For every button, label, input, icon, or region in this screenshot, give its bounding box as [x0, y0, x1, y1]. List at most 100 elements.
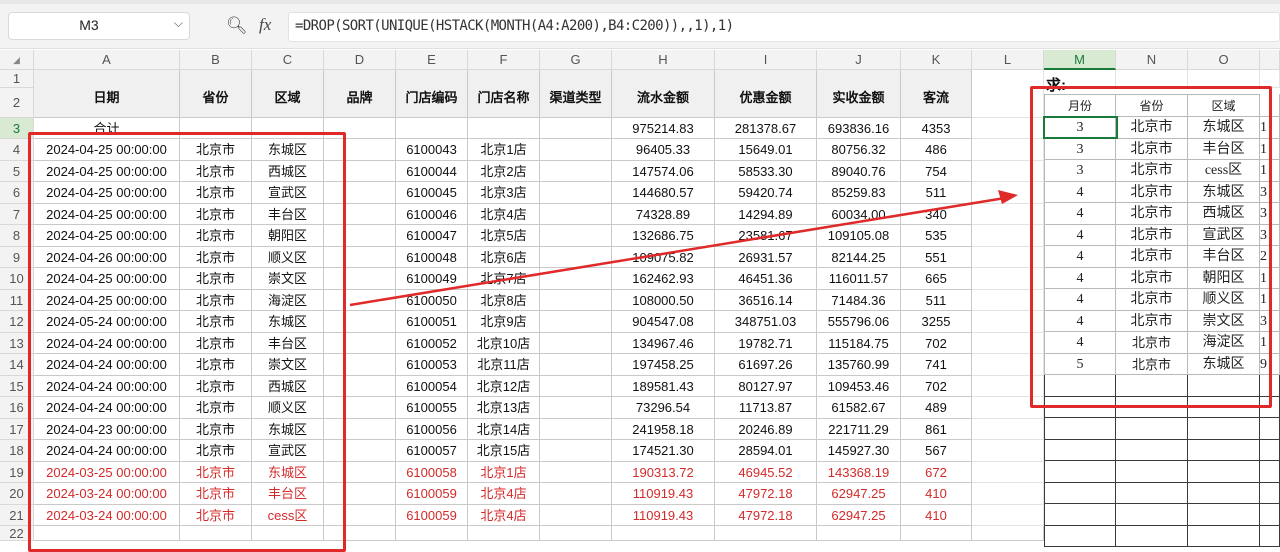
data-cell-K10[interactable]: 665	[901, 268, 972, 290]
data-cell-J9[interactable]: 82144.25	[817, 247, 901, 268]
data-cell-E21[interactable]: 6100059	[396, 505, 468, 526]
data-cell-F21[interactable]: 北京4店	[468, 505, 540, 526]
data-cell-H20[interactable]: 110919.43	[612, 483, 715, 505]
data-cell-I5[interactable]: 58533.30	[715, 161, 817, 182]
data-cell-F9[interactable]: 北京6店	[468, 247, 540, 268]
data-cell-H19[interactable]: 190313.72	[612, 462, 715, 483]
data-cell-J5[interactable]: 89040.76	[817, 161, 901, 182]
result-blank-1-7[interactable]	[1116, 525, 1188, 547]
total-cell-H[interactable]: 975214.83	[612, 118, 715, 139]
data-cell-G6[interactable]	[540, 182, 612, 204]
column-header-M[interactable]: M	[1044, 50, 1116, 70]
column-header-G[interactable]: G	[540, 50, 612, 70]
result-blank-3-2[interactable]	[1260, 418, 1280, 440]
data-cell-F18[interactable]: 北京15店	[468, 440, 540, 462]
result-blank-1-6[interactable]	[1116, 504, 1188, 526]
data-cell-K5[interactable]: 754	[901, 161, 972, 182]
data-cell-E15[interactable]: 6100054	[396, 376, 468, 397]
data-cell-H17[interactable]: 241958.18	[612, 419, 715, 440]
data-cell-G18[interactable]	[540, 440, 612, 462]
data-cell-K20[interactable]: 410	[901, 483, 972, 505]
data-cell-F17[interactable]: 北京14店	[468, 419, 540, 440]
zoom-icon[interactable]: 🔍︎	[226, 16, 248, 36]
column-header-D[interactable]: D	[324, 50, 396, 70]
data-cell-I16[interactable]: 11713.87	[715, 397, 817, 419]
cell-I22[interactable]	[715, 526, 817, 541]
data-cell-F11[interactable]: 北京8店	[468, 290, 540, 311]
data-cell-K9[interactable]: 551	[901, 247, 972, 268]
result-blank-3-4[interactable]	[1260, 461, 1280, 483]
result-blank-3-6[interactable]	[1260, 504, 1280, 526]
data-cell-K8[interactable]: 535	[901, 225, 972, 247]
data-cell-E8[interactable]: 6100047	[396, 225, 468, 247]
data-cell-F15[interactable]: 北京12店	[468, 376, 540, 397]
data-cell-I8[interactable]: 23581.67	[715, 225, 817, 247]
data-cell-I21[interactable]: 47972.18	[715, 505, 817, 526]
data-cell-K4[interactable]: 486	[901, 139, 972, 161]
data-cell-K17[interactable]: 861	[901, 419, 972, 440]
data-cell-I10[interactable]: 46451.36	[715, 268, 817, 290]
data-cell-E17[interactable]: 6100056	[396, 419, 468, 440]
column-header-K[interactable]: K	[901, 50, 972, 70]
column-header-J[interactable]: J	[817, 50, 901, 70]
cell-L22[interactable]	[972, 526, 1044, 541]
data-cell-K6[interactable]: 511	[901, 182, 972, 204]
result-blank-2-3[interactable]	[1188, 439, 1260, 461]
result-blank-2-7[interactable]	[1188, 525, 1260, 547]
data-cell-I14[interactable]: 61697.26	[715, 354, 817, 376]
result-blank-0-6[interactable]	[1044, 504, 1116, 526]
data-cell-G12[interactable]	[540, 311, 612, 333]
data-cell-F13[interactable]: 北京10店	[468, 333, 540, 354]
data-cell-J18[interactable]: 145927.30	[817, 440, 901, 462]
total-cell-J[interactable]: 693836.16	[817, 118, 901, 139]
data-cell-K7[interactable]: 340	[901, 204, 972, 225]
data-cell-H12[interactable]: 904547.08	[612, 311, 715, 333]
cell-L18[interactable]	[972, 440, 1044, 462]
data-cell-G11[interactable]	[540, 290, 612, 311]
data-cell-G16[interactable]	[540, 397, 612, 419]
result-blank-3-3[interactable]	[1260, 439, 1280, 461]
data-cell-I6[interactable]: 59420.74	[715, 182, 817, 204]
column-header-extra[interactable]	[1260, 50, 1280, 70]
data-cell-G5[interactable]	[540, 161, 612, 182]
data-cell-K13[interactable]: 702	[901, 333, 972, 354]
result-blank-0-5[interactable]	[1044, 482, 1116, 504]
data-cell-E12[interactable]: 6100051	[396, 311, 468, 333]
result-blank-3-5[interactable]	[1260, 482, 1280, 504]
data-cell-I18[interactable]: 28594.01	[715, 440, 817, 462]
data-cell-K12[interactable]: 3255	[901, 311, 972, 333]
header-cell-F[interactable]: 门店名称	[468, 70, 540, 118]
data-cell-H9[interactable]: 109075.82	[612, 247, 715, 268]
data-cell-K14[interactable]: 741	[901, 354, 972, 376]
header-cell-A[interactable]: 日期	[34, 70, 180, 118]
data-cell-F10[interactable]: 北京7店	[468, 268, 540, 290]
data-cell-H13[interactable]: 134967.46	[612, 333, 715, 354]
result-blank-0-7[interactable]	[1044, 525, 1116, 547]
cell-J22[interactable]	[817, 526, 901, 541]
data-cell-J11[interactable]: 71484.36	[817, 290, 901, 311]
data-cell-I4[interactable]: 15649.01	[715, 139, 817, 161]
data-cell-G8[interactable]	[540, 225, 612, 247]
data-cell-K16[interactable]: 489	[901, 397, 972, 419]
column-header-I[interactable]: I	[715, 50, 817, 70]
cell-H22[interactable]	[612, 526, 715, 541]
data-cell-K18[interactable]: 567	[901, 440, 972, 462]
data-cell-E7[interactable]: 6100046	[396, 204, 468, 225]
result-blank-1-3[interactable]	[1116, 439, 1188, 461]
data-cell-G14[interactable]	[540, 354, 612, 376]
data-cell-J17[interactable]: 221711.29	[817, 419, 901, 440]
data-cell-E11[interactable]: 6100050	[396, 290, 468, 311]
data-cell-H6[interactable]: 144680.57	[612, 182, 715, 204]
result-blank-1-2[interactable]	[1116, 418, 1188, 440]
data-cell-H15[interactable]: 189581.43	[612, 376, 715, 397]
data-cell-G15[interactable]	[540, 376, 612, 397]
header-cell-I[interactable]: 优惠金额	[715, 70, 817, 118]
cell-G22[interactable]	[540, 526, 612, 541]
data-cell-F8[interactable]: 北京5店	[468, 225, 540, 247]
data-cell-E19[interactable]: 6100058	[396, 462, 468, 483]
select-all-corner[interactable]: ◢	[0, 50, 34, 70]
name-box[interactable]: M3 ⌵	[8, 12, 190, 40]
data-cell-H16[interactable]: 73296.54	[612, 397, 715, 419]
column-header-F[interactable]: F	[468, 50, 540, 70]
data-cell-H4[interactable]: 96405.33	[612, 139, 715, 161]
